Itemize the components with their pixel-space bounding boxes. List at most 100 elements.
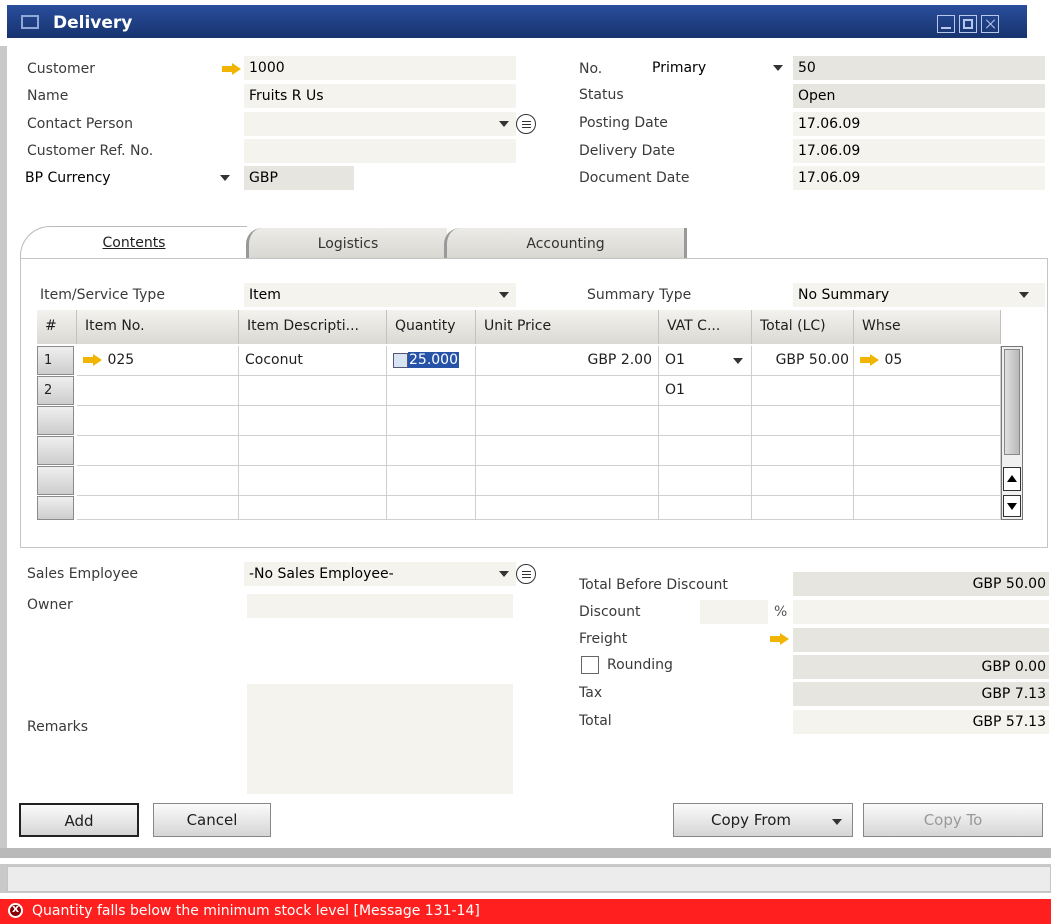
rounding-checkbox[interactable] [581, 656, 599, 674]
empty-cell[interactable] [387, 436, 476, 466]
freight-link-arrow-icon[interactable] [770, 633, 790, 645]
vat-code-cell[interactable]: O1 [659, 376, 752, 406]
item-no-cell[interactable] [77, 376, 239, 406]
table-row[interactable] [37, 436, 1001, 466]
command-bar[interactable] [7, 866, 1051, 892]
row-number[interactable] [37, 436, 74, 465]
item-service-type-select[interactable]: Item [244, 283, 516, 307]
empty-cell[interactable] [659, 406, 752, 436]
empty-cell[interactable] [239, 436, 387, 466]
series-dropdown-icon[interactable] [773, 65, 783, 71]
grid-scrollbar[interactable] [1001, 346, 1023, 520]
currency-type-dropdown-icon[interactable] [220, 175, 230, 181]
table-row[interactable] [37, 496, 1001, 520]
currency-type-select[interactable]: BP Currency [20, 166, 240, 190]
row-number[interactable] [37, 406, 74, 435]
vat-code-dropdown-icon[interactable] [733, 358, 743, 364]
whse-cell[interactable] [854, 376, 1001, 406]
summary-type-select[interactable]: No Summary [793, 283, 1045, 307]
series-select[interactable]: Primary [647, 56, 792, 80]
whse-link-arrow-icon[interactable] [860, 354, 880, 366]
table-row[interactable]: 1 025 Coconut 25.000 GBP 2.00 O1 GBP 50.… [37, 346, 1001, 376]
empty-cell[interactable] [752, 436, 854, 466]
document-date-field[interactable]: 17.06.09 [793, 166, 1045, 190]
empty-cell[interactable] [854, 406, 1001, 436]
empty-cell[interactable] [476, 466, 659, 496]
name-field[interactable]: Fruits R Us [244, 84, 516, 108]
item-type-dropdown-icon[interactable] [499, 292, 509, 298]
table-row[interactable] [37, 466, 1001, 496]
posting-date-field[interactable]: 17.06.09 [793, 112, 1045, 136]
column-header-quantity[interactable]: Quantity [387, 310, 476, 344]
doc-number-field[interactable]: 50 [793, 56, 1045, 80]
tab-contents[interactable]: Contents [20, 226, 247, 259]
total-lc-cell[interactable]: GBP 50.00 [752, 346, 854, 376]
quantity-cell[interactable]: 25.000 [387, 346, 476, 376]
empty-cell[interactable] [659, 436, 752, 466]
copy-to-button[interactable]: Copy To [863, 803, 1043, 837]
empty-cell[interactable] [476, 436, 659, 466]
empty-cell[interactable] [387, 406, 476, 436]
minimize-button[interactable] [937, 15, 955, 33]
empty-cell[interactable] [476, 406, 659, 436]
copy-from-dropdown-icon[interactable] [832, 819, 842, 825]
column-header-total-lc[interactable]: Total (LC) [752, 310, 854, 344]
vat-code-cell[interactable]: O1 [659, 346, 752, 376]
row-number[interactable] [37, 466, 74, 495]
column-header-item-no[interactable]: Item No. [77, 310, 239, 344]
table-row[interactable] [37, 406, 1001, 436]
item-description-cell[interactable]: Coconut [239, 346, 387, 376]
row-number[interactable] [37, 496, 74, 520]
empty-cell[interactable] [239, 496, 387, 520]
copy-from-button[interactable]: Copy From [673, 803, 853, 837]
empty-cell[interactable] [77, 406, 239, 436]
tab-logistics[interactable]: Logistics [246, 228, 447, 260]
maximize-button[interactable] [959, 15, 977, 33]
empty-cell[interactable] [659, 466, 752, 496]
tab-accounting[interactable]: Accounting [444, 228, 687, 260]
total-lc-cell[interactable] [752, 376, 854, 406]
column-header-unit-price[interactable]: Unit Price [476, 310, 659, 344]
delivery-date-field[interactable]: 17.06.09 [793, 139, 1045, 163]
column-header-vat-code[interactable]: VAT C... [659, 310, 752, 344]
sales-employee-dropdown-icon[interactable] [499, 571, 509, 577]
empty-cell[interactable] [854, 466, 1001, 496]
contact-choose-icon[interactable] [516, 114, 536, 134]
empty-cell[interactable] [752, 466, 854, 496]
empty-cell[interactable] [77, 466, 239, 496]
column-header-whse[interactable]: Whse [854, 310, 1001, 344]
whse-cell[interactable]: 05 [854, 346, 1001, 376]
row-number[interactable]: 2 [37, 376, 74, 405]
currency-field[interactable]: GBP [244, 166, 354, 190]
close-button[interactable] [981, 15, 999, 33]
empty-cell[interactable] [854, 436, 1001, 466]
cancel-button[interactable]: Cancel [153, 803, 271, 837]
empty-cell[interactable] [239, 466, 387, 496]
contact-person-field[interactable] [244, 112, 516, 136]
owner-field[interactable] [247, 594, 513, 618]
empty-cell[interactable] [752, 496, 854, 520]
item-link-arrow-icon[interactable] [83, 354, 103, 366]
customer-link-arrow-icon[interactable] [222, 63, 242, 75]
discount-percent-field[interactable] [700, 600, 768, 624]
column-header-number[interactable]: # [37, 310, 77, 344]
discount-amount-field[interactable] [793, 600, 1049, 624]
empty-cell[interactable] [659, 496, 752, 520]
scrollbar-thumb[interactable] [1004, 349, 1020, 455]
customer-ref-field[interactable] [244, 139, 516, 163]
add-button[interactable]: Add [19, 803, 139, 837]
empty-cell[interactable] [77, 436, 239, 466]
remarks-textarea[interactable] [247, 684, 513, 794]
item-description-cell[interactable] [239, 376, 387, 406]
scroll-up-button[interactable] [1003, 467, 1021, 491]
table-row[interactable]: 2 O1 [37, 376, 1001, 406]
unit-price-cell[interactable] [476, 376, 659, 406]
item-no-cell[interactable]: 025 [77, 346, 239, 376]
column-header-item-description[interactable]: Item Descripti... [239, 310, 387, 344]
quantity-value[interactable]: 25.000 [408, 352, 459, 368]
customer-field[interactable]: 1000 [244, 56, 516, 80]
contact-dropdown-icon[interactable] [499, 121, 509, 127]
summary-type-dropdown-icon[interactable] [1019, 292, 1029, 298]
unit-price-cell[interactable]: GBP 2.00 [476, 346, 659, 376]
empty-cell[interactable] [387, 466, 476, 496]
